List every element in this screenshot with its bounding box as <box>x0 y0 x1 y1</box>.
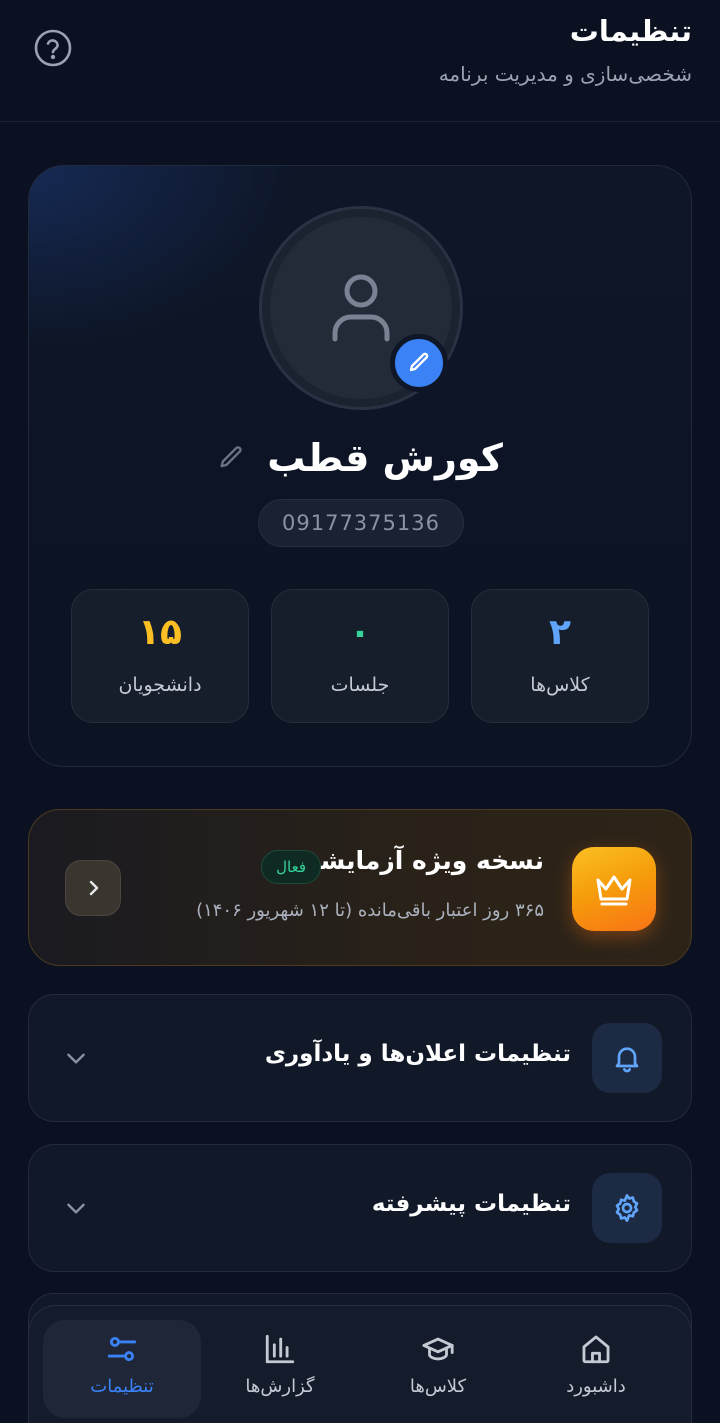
chevron-down-icon[interactable] <box>63 1045 89 1071</box>
profile-card: کورش قطب 09177375136 ۲ کلاس‌ها ۰ جلسات ۱… <box>28 165 692 767</box>
home-icon <box>582 1335 610 1364</box>
edit-name-icon[interactable] <box>217 444 245 472</box>
nav-label: کلاس‌ها <box>409 1376 467 1397</box>
status-badge: فعال <box>261 850 321 884</box>
stat-classes: ۲ کلاس‌ها <box>471 589 649 723</box>
page-title: تنظیمات <box>569 14 692 48</box>
chevron-right-icon <box>89 880 99 896</box>
section-title: تنظیمات اعلان‌ها و یادآوری <box>264 1041 571 1067</box>
premium-title: نسخه ویژه آزمایشی <box>295 846 544 875</box>
nav-item-classes[interactable]: کلاس‌ها <box>359 1320 517 1418</box>
stat-label: کلاس‌ها <box>530 674 590 696</box>
crown-icon <box>572 847 656 931</box>
chevron-down-icon[interactable] <box>63 1195 89 1221</box>
bell-icon <box>592 1023 662 1093</box>
page-header: تنظیمات شخصی‌سازی و مدیریت برنامه <box>0 0 720 122</box>
premium-arrow-button[interactable] <box>65 860 121 916</box>
profile-name-row: کورش قطب <box>29 428 691 488</box>
bar-chart-icon <box>265 1334 295 1364</box>
sliders-icon <box>107 1336 137 1362</box>
notification-settings-section[interactable]: تنظیمات اعلان‌ها و یادآوری <box>28 994 692 1122</box>
settings-page: تنظیمات شخصی‌سازی و مدیریت برنامه <box>0 0 720 1423</box>
gear-icon <box>592 1173 662 1243</box>
stat-sessions: ۰ جلسات <box>271 589 449 723</box>
avatar-edit-button[interactable] <box>390 334 448 392</box>
nav-label: تنظیمات <box>90 1376 154 1397</box>
pencil-icon <box>409 352 429 372</box>
nav-label: داشبورد <box>566 1376 626 1397</box>
advanced-settings-section[interactable]: تنظیمات پیشرفته <box>28 1144 692 1272</box>
nav-item-reports[interactable]: گزارش‌ها <box>201 1320 359 1418</box>
premium-card[interactable]: نسخه ویژه آزمایشی فعال ۳۶۵ روز اعتبار با… <box>28 809 692 966</box>
help-icon[interactable] <box>33 28 73 68</box>
profile-phone: 09177375136 <box>258 499 464 547</box>
nav-label: گزارش‌ها <box>245 1376 315 1397</box>
section-title: تنظیمات پیشرفته <box>371 1191 571 1217</box>
user-icon <box>332 274 390 342</box>
page-subtitle: شخصی‌سازی و مدیریت برنامه <box>438 62 692 86</box>
stat-label: جلسات <box>330 674 390 696</box>
graduation-cap-icon <box>422 1337 454 1361</box>
stat-label: دانشجویان <box>118 674 202 696</box>
nav-item-dashboard[interactable]: داشبورد <box>517 1320 675 1418</box>
bottom-nav: داشبورد کلاس‌ها گزارش‌ها <box>28 1305 692 1423</box>
premium-subtitle: ۳۶۵ روز اعتبار باقی‌مانده (تا ۱۲ شهریور … <box>196 900 544 921</box>
stat-value: ۲ <box>549 612 571 653</box>
stat-value: ۱۵ <box>138 612 182 653</box>
nav-item-settings[interactable]: تنظیمات <box>43 1320 201 1418</box>
stat-value: ۰ <box>349 612 371 653</box>
profile-name: کورش قطب <box>267 436 503 480</box>
stat-students: ۱۵ دانشجویان <box>71 589 249 723</box>
